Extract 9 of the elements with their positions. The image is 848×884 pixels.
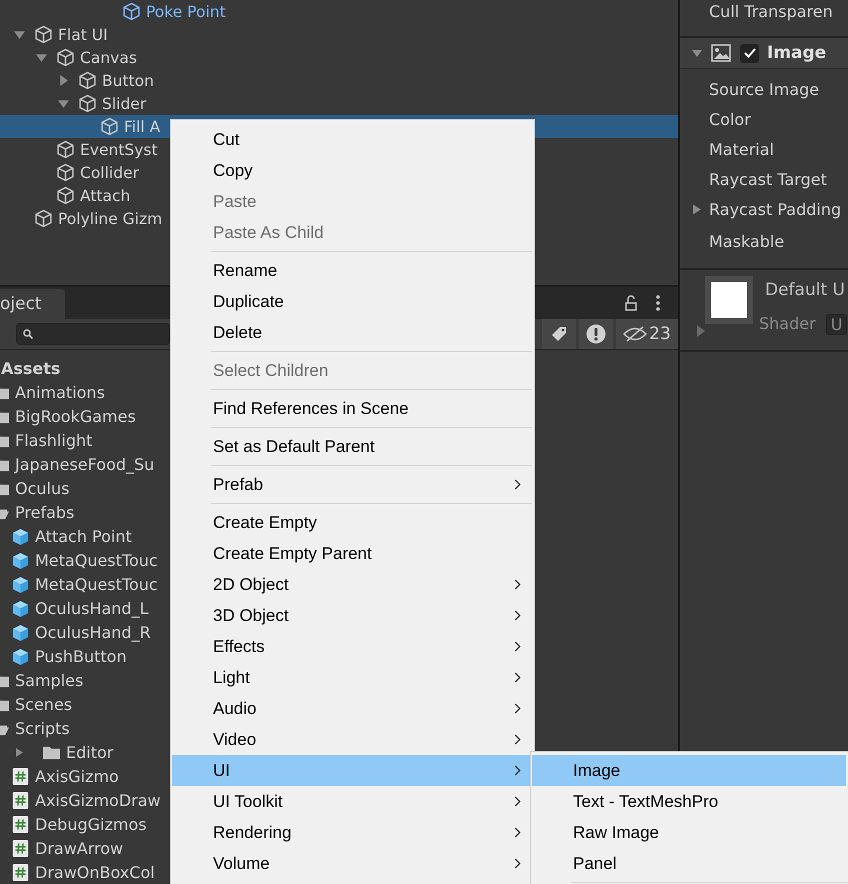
material-name: Default U <box>765 280 846 300</box>
property-label: Raycast Padding <box>709 200 842 218</box>
property-label: Maskable <box>709 232 784 250</box>
property-label: Color <box>709 110 751 128</box>
shader-label: Shader <box>759 314 816 335</box>
property-label: Raycast Target <box>709 170 827 188</box>
component-title: Image <box>767 43 826 63</box>
property-label: Material <box>709 140 774 158</box>
property-label: Source Image <box>709 80 820 98</box>
